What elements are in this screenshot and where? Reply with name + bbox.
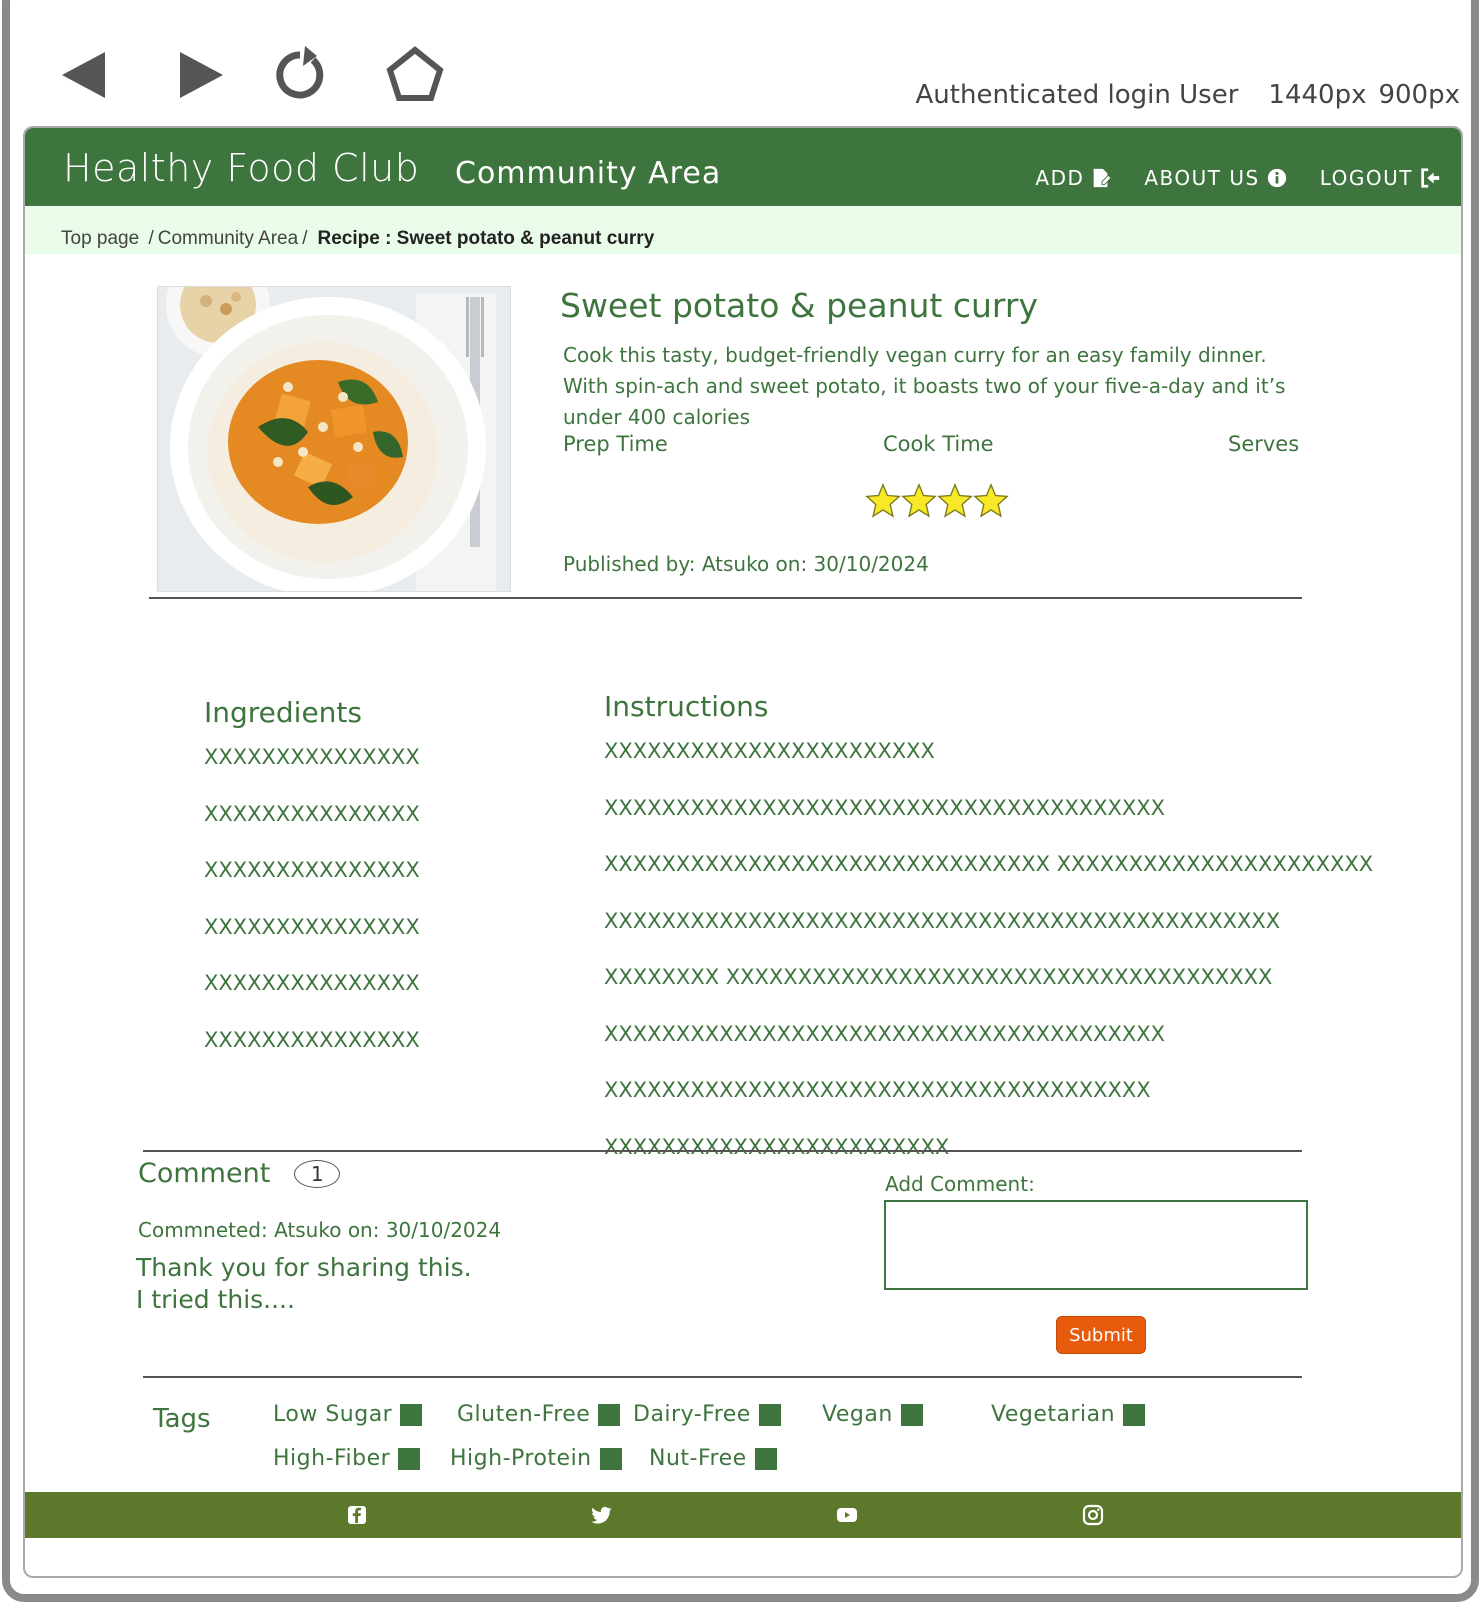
tag-checkbox[interactable]	[599, 1447, 622, 1470]
facebook-icon[interactable]	[345, 1503, 369, 1527]
rating-stars	[865, 482, 1009, 518]
breadcrumb: Top page / Community Area / Recipe : Sweet …	[25, 206, 1461, 254]
divider	[149, 597, 1302, 599]
published-info: Published by: Atsuko on: 30/10/2024	[563, 552, 929, 576]
tag-label: Nut-Free	[649, 1446, 747, 1471]
ingredients-section: Ingredients XXXXXXXXXXXXXXX XXXXXXXXXXXX…	[204, 696, 420, 1082]
tag-high-protein[interactable]: High-Protein	[450, 1446, 622, 1471]
tag-checkbox[interactable]	[400, 1403, 423, 1426]
star-icon	[937, 482, 973, 518]
nav-links: ADD ABOUT US LOGOUT	[1035, 166, 1441, 190]
back-icon[interactable]	[50, 40, 120, 110]
tag-label: Vegetarian	[991, 1402, 1116, 1427]
breadcrumb-community-area[interactable]: Community Area	[158, 228, 298, 249]
nav-about-label: ABOUT US	[1144, 166, 1260, 190]
twitter-icon[interactable]	[589, 1503, 613, 1527]
divider	[143, 1376, 1302, 1378]
top-navigation: Healthy Food Club Community Area ADD ABO…	[25, 128, 1461, 206]
submit-button[interactable]: Submit	[1056, 1316, 1146, 1354]
star-icon	[973, 482, 1009, 518]
cook-time-label: Cook Time	[883, 432, 994, 456]
tags-heading: Tags	[153, 1404, 211, 1434]
edit-icon	[1094, 168, 1113, 188]
instructions-section: Instructions XXXXXXXXXXXXXXXXXXXXXXX XXX…	[604, 690, 1374, 1189]
nav-logout-label: LOGOUT	[1319, 166, 1413, 190]
width-label: 1440px	[1268, 80, 1367, 110]
recipe-description: Cook this tasty, budget-friendly vegan c…	[563, 343, 1286, 429]
viewport-info: Authenticated login User 1440px 900px	[886, 80, 1460, 110]
nav-logout-link[interactable]: LOGOUT	[1320, 166, 1441, 190]
tag-checkbox[interactable]	[1123, 1403, 1146, 1426]
tag-label: Low Sugar	[273, 1402, 393, 1427]
comment-header: Comment 1	[138, 1158, 341, 1189]
tag-checkbox[interactable]	[398, 1447, 421, 1470]
tag-low-sugar[interactable]: Low Sugar	[273, 1402, 423, 1427]
viewport-label: Authenticated login User	[915, 80, 1239, 110]
browser-toolbar: Authenticated login User 1440px 900px	[40, 30, 1460, 120]
info-icon	[1267, 168, 1286, 188]
star-icon	[901, 482, 937, 518]
ingredient-item: XXXXXXXXXXXXXXX	[204, 858, 420, 882]
site-container: Healthy Food Club Community Area ADD ABO…	[23, 126, 1463, 1578]
prep-time-label: Prep Time	[563, 432, 668, 456]
divider	[143, 1150, 1302, 1152]
breadcrumb-separator: /	[302, 228, 308, 249]
ingredients-heading: Ingredients	[204, 696, 362, 729]
instruction-item: XXXXXXXXXXXXXXXXXXXXXXXXXXXXXXXXXXXXXXXX…	[604, 908, 1281, 933]
tag-high-fiber[interactable]: High-Fiber	[273, 1446, 421, 1471]
footer	[25, 1492, 1461, 1538]
instruction-item: XXXXXXXXXXXXXXXXXXXXXXXXXXXXXXXXXXXXXXX	[604, 795, 1166, 820]
instagram-icon[interactable]	[1081, 1503, 1105, 1527]
tag-dairy-free[interactable]: Dairy-Free	[633, 1402, 781, 1427]
comment-count-badge: 1	[294, 1159, 341, 1188]
recipe-image	[157, 286, 511, 592]
home-icon[interactable]	[380, 40, 450, 110]
tag-checkbox[interactable]	[758, 1403, 781, 1426]
tag-checkbox[interactable]	[598, 1403, 621, 1426]
nav-about-link[interactable]: ABOUT US	[1144, 166, 1287, 190]
instruction-item: XXXXXXXX XXXXXXXXXXXXXXXXXXXXXXXXXXXXXXX…	[604, 965, 1273, 989]
breadcrumb-separator: /	[143, 228, 154, 249]
ingredient-item: XXXXXXXXXXXXXXX	[204, 914, 420, 939]
comment-meta: Commneted: Atsuko on: 30/10/2024	[138, 1218, 502, 1242]
comment-input[interactable]	[884, 1200, 1308, 1290]
serves-label: Serves	[1228, 432, 1300, 456]
section-title: Community Area	[455, 156, 722, 191]
breadcrumb-top-page[interactable]: Top page	[61, 228, 139, 249]
height-label: 900px	[1378, 80, 1460, 110]
ingredient-item: XXXXXXXXXXXXXXX	[204, 1027, 420, 1052]
instructions-heading: Instructions	[604, 690, 769, 723]
brand-logo[interactable]: Healthy Food Club	[63, 146, 419, 190]
nav-add-label: ADD	[1035, 166, 1085, 190]
instruction-item: XXXXXXXXXXXXXXXXXXXXXXX	[604, 739, 935, 763]
reload-icon[interactable]	[265, 40, 335, 110]
ingredient-item: XXXXXXXXXXXXXXX	[204, 745, 420, 769]
ingredient-item: XXXXXXXXXXXXXXX	[204, 801, 420, 826]
add-comment-label: Add Comment:	[885, 1172, 1035, 1196]
tag-label: Gluten-Free	[457, 1402, 591, 1427]
forward-icon[interactable]	[165, 40, 235, 110]
instruction-item: XXXXXXXXXXXXXXXXXXXXXXXXXXXXXXXXXXXXXXX	[604, 1021, 1166, 1046]
ingredient-item: XXXXXXXXXXXXXXX	[204, 971, 420, 995]
instruction-item: XXXXXXXXXXXXXXXXXXXXXXXXXXXXXXX XXXXXXXX…	[604, 852, 1374, 876]
tag-gluten-free[interactable]: Gluten-Free	[457, 1402, 621, 1427]
star-icon	[865, 482, 901, 518]
tag-label: High-Fiber	[273, 1446, 391, 1471]
comment-body: Thank you for sharing this. I tried this…	[136, 1253, 472, 1314]
logout-icon	[1421, 168, 1440, 188]
tag-label: High-Protein	[450, 1446, 592, 1471]
tag-checkbox[interactable]	[900, 1403, 923, 1426]
recipe-title: Sweet potato & peanut curry	[560, 286, 1038, 325]
tag-label: Dairy-Free	[633, 1402, 751, 1427]
breadcrumb-current: Recipe : Sweet potato & peanut curry	[317, 228, 655, 249]
tag-vegetarian[interactable]: Vegetarian	[991, 1402, 1146, 1427]
instruction-item: XXXXXXXXXXXXXXXXXXXXXXXXXXXXXXXXXXXXXX	[604, 1078, 1151, 1102]
tag-nut-free[interactable]: Nut-Free	[649, 1446, 777, 1471]
tag-label: Vegan	[822, 1402, 893, 1427]
youtube-icon[interactable]	[835, 1503, 859, 1527]
tag-vegan[interactable]: Vegan	[822, 1402, 923, 1427]
nav-add-link[interactable]: ADD	[1035, 166, 1113, 190]
comment-heading: Comment	[138, 1158, 271, 1189]
tag-checkbox[interactable]	[754, 1447, 777, 1470]
